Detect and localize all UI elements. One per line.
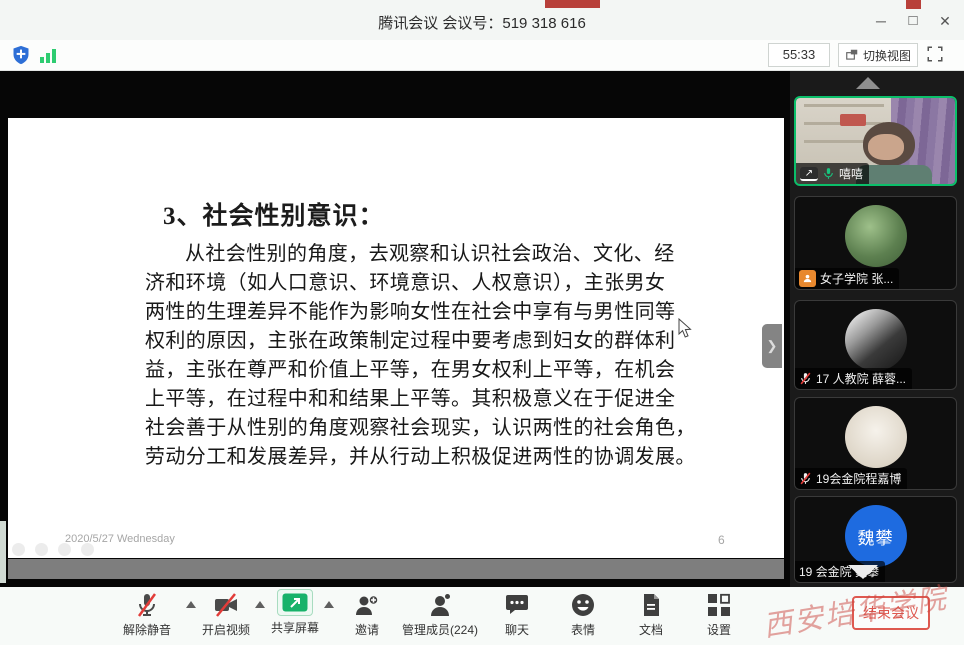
- camera-off-icon: [213, 592, 239, 618]
- participant-name: 女子学院 张...: [820, 270, 893, 287]
- invite-person-icon: [354, 592, 380, 618]
- settings-label: 设置: [707, 621, 731, 638]
- smiley-icon: [570, 592, 596, 618]
- minimize-button[interactable]: ─: [868, 10, 894, 32]
- fullscreen-icon[interactable]: [926, 45, 948, 67]
- chat-label: 聊天: [505, 621, 529, 638]
- manage-members-button[interactable]: 管理成员(224): [402, 592, 478, 638]
- scroll-up-arrow-icon[interactable]: [856, 77, 880, 89]
- participant-tile[interactable]: 19会金院程嘉博: [794, 397, 957, 490]
- video-red-object: [840, 114, 866, 126]
- share-screen-icon: [277, 589, 313, 616]
- security-shield-icon[interactable]: [11, 44, 31, 71]
- share-screen-button[interactable]: 共享屏幕: [271, 589, 319, 636]
- maximize-button[interactable]: □: [900, 10, 926, 32]
- participants-sidebar: ↗ 嘻嘻 女子学院 张... 17 人教院 薛蓉...: [790, 71, 964, 587]
- slide-page-number: 6: [718, 533, 725, 547]
- start-video-label: 开启视频: [202, 621, 250, 638]
- presenter-controls-faded: [12, 543, 94, 556]
- slide-text-line: 从社会性别的角度，去观察和认识社会政治、文化、经: [145, 240, 690, 269]
- bottom-control-bar: 解除静音 开启视频 共享屏幕 邀请 管理成员(224) 聊天: [0, 587, 964, 645]
- slide-text-line: 劳动分工和发展差异，并从行动上积极促进两性的协调发展。: [145, 443, 690, 472]
- participant-name-bar: 女子学院 张...: [795, 268, 899, 289]
- host-badge-icon: [799, 270, 816, 287]
- taskbar-strip: [8, 559, 784, 579]
- participant-name-bar: ↗ 嘻嘻: [796, 163, 869, 184]
- participant-tile[interactable]: 女子学院 张...: [794, 196, 957, 290]
- screen-sharing-icon: ↗: [800, 167, 818, 181]
- switch-view-button[interactable]: 切换视图: [838, 43, 918, 67]
- manage-members-label: 管理成员(224): [402, 621, 478, 638]
- sidebar-collapse-handle[interactable]: ❯: [762, 324, 782, 368]
- window-title: 腾讯会议 会议号：519 318 616: [0, 12, 964, 33]
- settings-button[interactable]: 设置: [706, 592, 732, 638]
- avatar: [845, 205, 907, 267]
- video-person-face: [868, 134, 904, 160]
- start-video-button[interactable]: 开启视频: [202, 592, 250, 638]
- tencent-meeting-window: 腾讯会议 会议号：519 318 616 ─ □ ✕ 55:33 切换视图 3、…: [0, 0, 964, 645]
- unmute-button[interactable]: 解除静音: [123, 592, 171, 638]
- slide-text-line: 上平等，在过程中和和结果上平等。其积极意义在于促进全: [145, 385, 690, 414]
- background-red-square: [906, 0, 921, 9]
- slide-body: 从社会性别的角度，去观察和认识社会政治、文化、经 济和环境（如人口意识、环境意识…: [145, 240, 690, 472]
- slide-text-line: 社会善于从性别的角度观察社会现实，认识两性的社会角色，: [145, 414, 690, 443]
- invite-label: 邀请: [355, 621, 379, 638]
- slide-text-line: 权利的原因，主张在政策制定过程中要考虑到妇女的群体利: [145, 327, 690, 356]
- meeting-toolbar: 55:33 切换视图: [0, 40, 964, 71]
- meeting-timer: 55:33: [768, 43, 830, 67]
- slide-text-line: 两性的生理差异不能作为影响女性在社会中享有与男性同等: [145, 298, 690, 327]
- share-options-caret[interactable]: [324, 601, 334, 608]
- document-label: 文档: [639, 621, 663, 638]
- video-shelf: [804, 104, 884, 107]
- participant-name: 嘻嘻: [839, 165, 863, 182]
- slide-title: 3、社会性别意识：: [163, 196, 385, 232]
- avatar-initials: 魏攀: [845, 505, 907, 567]
- document-button[interactable]: 文档: [638, 592, 664, 638]
- participant-name: 17 人教院 薛蓉...: [816, 370, 906, 387]
- end-meeting-button[interactable]: 结束会议: [852, 596, 930, 630]
- close-button[interactable]: ✕: [932, 10, 958, 32]
- mic-on-icon: [822, 166, 835, 181]
- video-options-caret[interactable]: [255, 601, 265, 608]
- settings-grid-icon: [706, 592, 732, 618]
- share-screen-label: 共享屏幕: [271, 619, 319, 636]
- slide-text-line: 济和环境（如人口意识、环境意识、人权意识），主张男女: [145, 269, 690, 298]
- muted-mic-icon: [134, 592, 160, 618]
- participant-tile[interactable]: 17 人教院 薛蓉...: [794, 300, 957, 390]
- switch-view-label: 切换视图: [863, 47, 911, 64]
- muted-mic-icon: [799, 471, 812, 486]
- mic-options-caret[interactable]: [186, 601, 196, 608]
- participant-tile-video[interactable]: ↗ 嘻嘻: [794, 96, 957, 186]
- chat-bubble-icon: [504, 592, 530, 618]
- unmute-label: 解除静音: [123, 621, 171, 638]
- slide-text-line: 益，主张在尊严和价值上平等，在男女权利上平等，在机会: [145, 356, 690, 385]
- chat-button[interactable]: 聊天: [504, 592, 530, 638]
- scroll-down-arrow-icon[interactable]: [848, 565, 878, 579]
- avatar: [845, 406, 907, 468]
- participant-name-bar: 17 人教院 薛蓉...: [795, 368, 912, 389]
- layout-icon: [845, 48, 859, 62]
- participant-name: 19会金院程嘉博: [816, 470, 901, 487]
- invite-button[interactable]: 邀请: [354, 592, 380, 638]
- background-red-strip: [545, 0, 600, 8]
- participant-name-bar: 19会金院程嘉博: [795, 468, 907, 489]
- members-icon: [427, 592, 453, 618]
- shared-screen-area: 3、社会性别意识： 从社会性别的角度，去观察和认识社会政治、文化、经 济和环境（…: [0, 71, 790, 587]
- mouse-cursor: [678, 318, 692, 343]
- emoji-button[interactable]: 表情: [570, 592, 596, 638]
- document-icon: [638, 592, 664, 618]
- emoji-label: 表情: [571, 621, 595, 638]
- network-signal-icon: [40, 48, 58, 68]
- presentation-slide: 3、社会性别意识： 从社会性别的角度，去观察和认识社会政治、文化、经 济和环境（…: [8, 118, 784, 558]
- muted-mic-icon: [799, 371, 812, 386]
- screen-edge-artifact: [0, 521, 6, 583]
- avatar: [845, 309, 907, 371]
- title-bar: 腾讯会议 会议号：519 318 616 ─ □ ✕: [0, 0, 964, 40]
